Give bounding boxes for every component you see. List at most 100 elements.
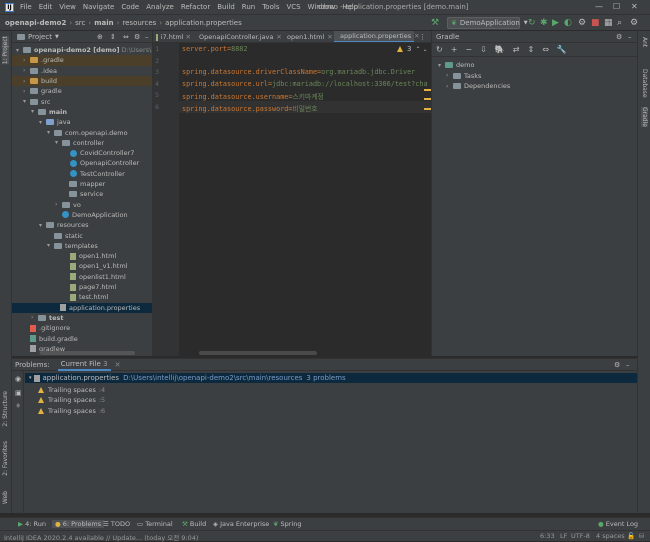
- tree-node-gitignore[interactable]: .gitignore: [30, 323, 70, 333]
- breadcrumb-src[interactable]: src: [75, 19, 85, 27]
- tree-node-resources[interactable]: ▾ resources: [39, 220, 89, 230]
- code-editor[interactable]: server.port=8882 spring.datasource.drive…: [179, 43, 431, 356]
- problem-item[interactable]: Trailing spaces:4: [38, 385, 105, 395]
- gradle-dependencies[interactable]: › Dependencies: [446, 81, 510, 91]
- tool-tab-structure[interactable]: 2: Structure: [2, 391, 9, 427]
- tree-node-idea[interactable]: › .idea: [23, 66, 57, 76]
- gear-icon[interactable]: ⚙: [614, 361, 620, 369]
- tree-node-package[interactable]: ▾ com.openapi.demo: [47, 127, 128, 137]
- warning-marker[interactable]: [424, 108, 431, 110]
- menu-vcs[interactable]: VCS: [286, 3, 300, 11]
- tab-current-file[interactable]: Current File 3: [57, 359, 111, 371]
- tree-node-gradle[interactable]: › gradle: [23, 86, 62, 96]
- gear-icon[interactable]: ⚙: [616, 33, 622, 41]
- locate-icon[interactable]: ⊕: [97, 33, 103, 41]
- menu-analyze[interactable]: Analyze: [146, 3, 174, 11]
- maximize-icon[interactable]: ☐: [613, 2, 620, 11]
- debug-icon[interactable]: ✱: [540, 18, 548, 28]
- rerun-icon[interactable]: ↻: [528, 18, 536, 28]
- project-panel-title[interactable]: Project: [28, 33, 52, 41]
- tree-node-html[interactable]: page7.html: [70, 282, 116, 292]
- hide-icon[interactable]: –: [145, 33, 149, 41]
- expand-all-icon[interactable]: ⇕: [527, 45, 534, 54]
- tool-tab-database[interactable]: Database: [641, 69, 648, 98]
- tree-node-class[interactable]: CovidController7: [70, 148, 134, 158]
- tree-node-src[interactable]: ▾ src: [23, 97, 51, 107]
- tree-node-test[interactable]: › test: [31, 313, 64, 323]
- menu-refactor[interactable]: Refactor: [181, 3, 210, 11]
- menu-view[interactable]: View: [59, 3, 76, 11]
- tool-tab-favorites[interactable]: 2: Favorites: [2, 441, 9, 476]
- indent-setting[interactable]: 4 spaces: [596, 532, 625, 540]
- add-icon[interactable]: +: [451, 45, 458, 54]
- breadcrumb-project[interactable]: openapi-demo2: [5, 19, 66, 27]
- tree-node-html[interactable]: test.html: [70, 292, 108, 302]
- tree-node-templates[interactable]: ▾ templates: [47, 241, 98, 251]
- tool-tab-project[interactable]: 1: Project: [2, 36, 9, 65]
- tree-node-static[interactable]: static: [54, 230, 83, 240]
- menu-file[interactable]: File: [20, 3, 32, 11]
- tool-terminal[interactable]: ▭ Terminal: [137, 520, 173, 528]
- tree-node-class[interactable]: DemoApplication: [62, 210, 128, 220]
- tab-open1-html[interactable]: open1.html ✕: [280, 31, 333, 42]
- menu-tools[interactable]: Tools: [262, 3, 279, 11]
- attach-icon[interactable]: ⚙: [578, 18, 586, 28]
- eye-icon[interactable]: ◉: [15, 375, 21, 383]
- tool-tab-web[interactable]: Web: [2, 491, 9, 504]
- close-tab-icon[interactable]: ✕: [186, 33, 191, 41]
- project-structure-icon[interactable]: ▦: [604, 18, 613, 28]
- hide-icon[interactable]: –: [626, 361, 630, 369]
- breadcrumb-resources[interactable]: resources: [122, 19, 156, 27]
- tool-run[interactable]: ▶ 4: Run: [18, 520, 46, 528]
- hammer-icon[interactable]: ⚒: [431, 18, 439, 28]
- menu-edit[interactable]: Edit: [39, 3, 53, 11]
- chevron-up-icon[interactable]: ⌃: [415, 46, 420, 53]
- menu-build[interactable]: Build: [217, 3, 235, 11]
- menu-run[interactable]: Run: [242, 3, 255, 11]
- bulb-icon[interactable]: ♦: [15, 402, 21, 410]
- more-tabs-icon[interactable]: ⋮: [419, 33, 426, 41]
- tree-node-controller[interactable]: ▾ controller: [55, 138, 104, 148]
- settings-icon[interactable]: ⚙: [630, 18, 638, 28]
- tool-spring[interactable]: ❦ Spring: [273, 520, 302, 528]
- problem-item[interactable]: Trailing spaces:6: [38, 406, 105, 416]
- horizontal-scrollbar[interactable]: [199, 351, 317, 355]
- gradle-root[interactable]: ▾ demo: [438, 60, 474, 70]
- tab-openapi-controller[interactable]: OpenapiController.java ✕: [194, 31, 282, 42]
- gradle-tasks[interactable]: › Tasks: [446, 71, 481, 81]
- gear-icon[interactable]: ⚙: [134, 33, 140, 41]
- breadcrumb-file[interactable]: application.properties: [165, 19, 242, 27]
- tree-node-class[interactable]: TestController: [70, 169, 125, 179]
- expand-icon[interactable]: ⇕: [110, 33, 116, 41]
- run-config-select[interactable]: ❦ DemoApplication ▼: [447, 17, 528, 29]
- tree-node-mapper[interactable]: mapper: [62, 179, 105, 189]
- stop-icon[interactable]: ■: [591, 18, 600, 28]
- memory-icon[interactable]: ⛁: [639, 532, 644, 540]
- tab-application-properties[interactable]: application.properties ✕: [334, 31, 420, 42]
- gradle-elephant-icon[interactable]: 🐘: [495, 45, 505, 54]
- tool-build[interactable]: ⚒ Build: [182, 520, 206, 528]
- inspection-widget[interactable]: 3 ⌃ ⌄: [397, 45, 428, 53]
- warning-marker[interactable]: [424, 89, 431, 91]
- menu-navigate[interactable]: Navigate: [83, 3, 114, 11]
- hide-icon[interactable]: –: [628, 33, 632, 41]
- problem-file-row[interactable]: ▾ application.properties D:\Users\intell…: [25, 373, 637, 383]
- remove-icon[interactable]: −: [465, 45, 472, 54]
- warning-marker[interactable]: [424, 98, 431, 100]
- horizontal-scrollbar[interactable]: [40, 351, 135, 355]
- tool-tab-ant[interactable]: Ant: [641, 37, 648, 47]
- menu-code[interactable]: Code: [121, 3, 139, 11]
- tool-event-log[interactable]: ● Event Log: [598, 520, 638, 528]
- tree-node-main[interactable]: ▾ main: [31, 107, 67, 117]
- close-window-icon[interactable]: ✕: [631, 2, 638, 11]
- file-encoding[interactable]: UTF-8: [571, 532, 590, 540]
- minimize-icon[interactable]: —: [595, 2, 603, 11]
- tree-node-buildgradle[interactable]: build.gradle: [30, 333, 78, 343]
- line-separator[interactable]: LF: [560, 532, 567, 540]
- tree-node-java[interactable]: ▾ java: [39, 117, 71, 127]
- problem-item[interactable]: Trailing spaces:5: [38, 395, 105, 405]
- collapse-icon[interactable]: ⇔: [123, 33, 129, 41]
- tree-node-vo[interactable]: › vo: [55, 200, 81, 210]
- tree-node-html[interactable]: openlist1.html: [70, 272, 126, 282]
- chevron-down-icon[interactable]: ⌄: [423, 46, 428, 53]
